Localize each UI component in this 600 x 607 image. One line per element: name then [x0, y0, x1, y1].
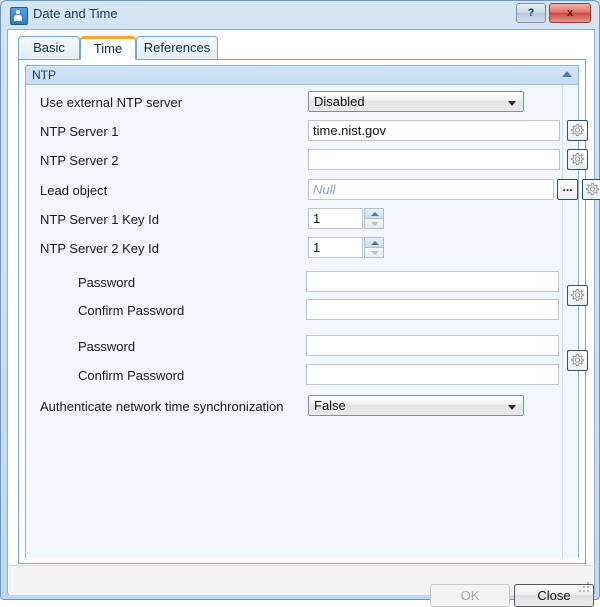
- password-group-1-gear-button[interactable]: [567, 285, 588, 306]
- dialog-client-area: Basic Time References NTP Use external N…: [7, 29, 600, 607]
- tab-time[interactable]: Time: [80, 36, 136, 60]
- lead-object-browse-button[interactable]: ...: [557, 179, 578, 200]
- ntp-server-1-input[interactable]: time.nist.gov: [308, 120, 560, 141]
- label-ntp-server-1: NTP Server 1: [40, 124, 119, 139]
- app-icon: [10, 7, 28, 25]
- window-close-button[interactable]: x: [549, 3, 591, 23]
- label-authenticate-network-time-sync: Authenticate network time synchronizatio…: [40, 399, 284, 414]
- password-group-2-gear-button[interactable]: [567, 350, 588, 371]
- lead-object-placeholder: Null: [313, 182, 336, 197]
- ntp-server-1-gear-button[interactable]: [567, 120, 588, 141]
- title-bar: Date and Time ? x: [1, 1, 600, 29]
- ntp-group-title: NTP: [32, 68, 56, 82]
- gear-icon: [571, 153, 584, 165]
- chevron-down-icon: [508, 405, 516, 410]
- dialog-window: Date and Time ? x Basic Time References …: [0, 0, 600, 607]
- ntp-server-2-input[interactable]: [308, 149, 560, 170]
- authenticate-network-time-sync-combo[interactable]: False: [308, 395, 524, 416]
- tab-strip: Basic Time References: [8, 36, 594, 60]
- password-1-input[interactable]: [306, 271, 559, 292]
- label-ntp-server-2-key-id: NTP Server 2 Key Id: [40, 241, 159, 256]
- confirm-password-1-input[interactable]: [306, 299, 559, 320]
- label-ntp-server-1-key-id: NTP Server 1 Key Id: [40, 212, 159, 227]
- window-title: Date and Time: [33, 6, 118, 21]
- password-2-input[interactable]: [306, 335, 559, 356]
- ntp-server-1-key-id-value: 1: [313, 211, 321, 226]
- label-confirm-password-1: Confirm Password: [78, 303, 185, 318]
- help-button[interactable]: ?: [516, 3, 546, 23]
- confirm-password-2-input[interactable]: [306, 364, 559, 385]
- use-external-ntp-server-combo[interactable]: Disabled: [308, 91, 524, 112]
- use-external-ntp-server-value: Disabled: [314, 94, 365, 109]
- gear-icon: [571, 124, 584, 136]
- ntp-group-header[interactable]: NTP: [26, 66, 578, 85]
- ntp-server-2-key-id-value: 1: [313, 240, 321, 255]
- authenticate-network-time-sync-value: False: [314, 398, 346, 413]
- ntp-server-2-gear-button[interactable]: [567, 149, 588, 170]
- lead-object-input[interactable]: Null: [308, 179, 554, 200]
- tab-page-time: NTP Use external NTP server Disabled NTP…: [18, 59, 600, 564]
- label-use-external-ntp-server: Use external NTP server: [40, 95, 183, 110]
- gear-icon: [571, 289, 584, 301]
- label-confirm-password-2: Confirm Password: [78, 368, 185, 383]
- label-ntp-server-2: NTP Server 2: [40, 153, 119, 168]
- label-lead-object: Lead object: [40, 183, 108, 198]
- ntp-server-1-value: time.nist.gov: [313, 123, 386, 138]
- tab-references[interactable]: References: [136, 36, 218, 60]
- label-password-1: Password: [78, 275, 136, 290]
- ntp-server-1-key-id-decrement[interactable]: [364, 218, 384, 229]
- lead-object-gear-button[interactable]: [582, 179, 600, 200]
- ntp-server-2-key-id-decrement[interactable]: [364, 247, 384, 258]
- resize-grip-icon[interactable]: [578, 581, 590, 593]
- label-password-2: Password: [78, 339, 136, 354]
- ok-button[interactable]: OK: [430, 584, 510, 607]
- vertical-divider: [562, 85, 563, 558]
- gear-icon: [586, 183, 599, 195]
- gear-icon: [571, 354, 584, 366]
- ntp-group-panel: NTP Use external NTP server Disabled NTP…: [25, 65, 600, 558]
- dialog-footer: OK Close: [9, 565, 594, 607]
- ntp-server-1-key-id-input[interactable]: 1: [308, 208, 363, 229]
- ntp-group-body: Use external NTP server Disabled NTP Ser…: [26, 85, 600, 558]
- ntp-server-2-key-id-input[interactable]: 1: [308, 237, 363, 258]
- tab-basic[interactable]: Basic: [18, 36, 80, 60]
- chevron-up-icon[interactable]: [562, 71, 572, 77]
- chevron-down-icon: [508, 101, 516, 106]
